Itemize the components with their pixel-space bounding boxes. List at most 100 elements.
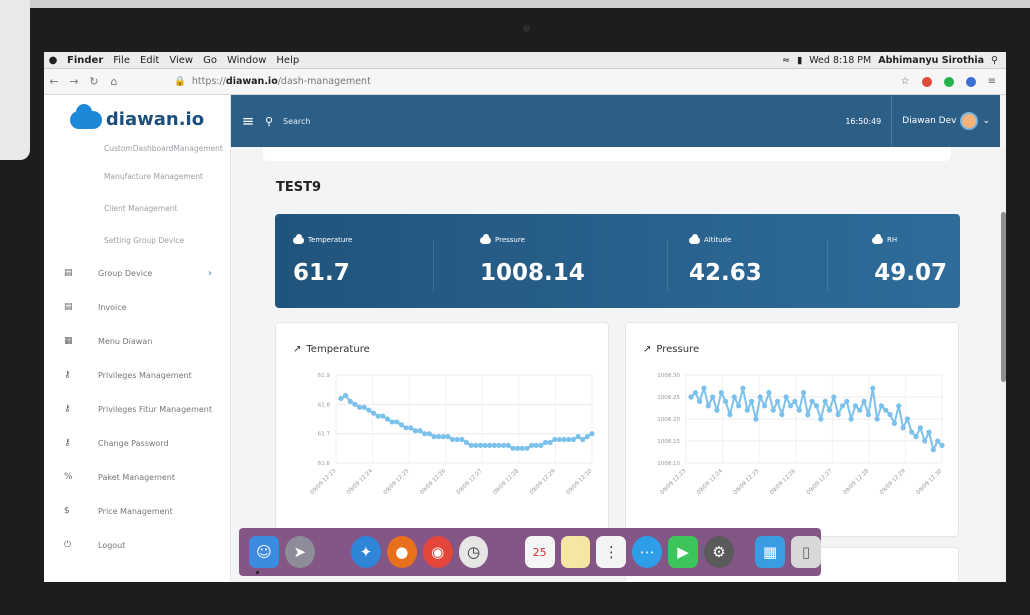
data-point [389,419,395,425]
back-icon[interactable]: ← [44,75,64,88]
scrollbar-thumb[interactable] [1001,212,1006,382]
clock-icon[interactable]: ◷ [458,536,489,568]
y-tick-label: 1008.25 [657,395,680,401]
sidebar-item-logout[interactable]: ⏻ Logout [44,528,230,562]
menu-icon: ▦ [64,336,73,346]
data-point [705,403,711,409]
search-icon[interactable]: ⚲ [265,115,283,128]
data-point [731,394,737,400]
data-point [831,394,837,400]
firefox-icon[interactable]: ● [386,536,417,568]
extension-icon[interactable] [943,76,954,87]
search-icon[interactable]: ⚲ [991,55,998,66]
notes-icon[interactable] [560,536,591,568]
facetime-icon[interactable]: ▶ [668,536,698,568]
chrome-icon[interactable]: ◉ [422,536,453,568]
data-point [496,442,502,448]
url-text: https://diawan.io/dash-management [191,76,371,87]
data-point [542,439,549,446]
menu-finder[interactable]: Finder [62,55,108,66]
sidebar-subitem[interactable]: Setting Group Device [44,224,230,256]
data-point [818,416,824,422]
x-tick-label: 09/09 12:23 [660,468,688,496]
menu-window[interactable]: Window [222,55,271,66]
hamburger-icon[interactable]: ≡ [231,112,265,130]
menu-help[interactable]: Help [271,55,304,66]
reminders-icon[interactable]: ⋮ [596,536,627,568]
messages-icon[interactable]: ⋯ [632,536,663,568]
sidebar-item-paket[interactable]: % Paket Management [44,460,230,494]
data-point [408,425,414,431]
sidebar-item-privileges-fitur[interactable]: ⚷ Privileges Fitur Management [44,392,230,426]
mac-menubar: ● Finder File Edit View Go Window Help ≈… [44,52,1006,69]
sidebar-subitem[interactable]: CustomDashboardManagement [44,144,230,160]
bookmark-icon[interactable]: ☆ [901,76,910,87]
data-point [861,398,867,404]
safari-icon[interactable]: ✦ [350,536,381,568]
sidebar-item-menu-diawan[interactable]: ▦ Menu Diawan [44,324,230,358]
data-point [431,434,437,440]
wifi-icon[interactable]: ≈ [782,55,790,66]
reload-icon[interactable]: ↻ [84,75,104,88]
data-point [449,436,456,443]
camera-icon [523,25,530,32]
finder-icon[interactable]: ☺ [249,536,279,568]
home-icon[interactable]: ⌂ [104,75,124,88]
data-point [896,403,902,409]
extension-icon[interactable] [965,76,976,87]
folder-icon[interactable]: ▦ [755,536,786,568]
data-point [870,385,876,391]
extension-icon[interactable] [921,76,932,87]
user-menu[interactable]: Diawan Dev ⌄ [892,112,1000,130]
stat-divider [433,240,434,292]
data-point [394,419,400,425]
launchpad-icon[interactable]: ➤ [284,536,315,568]
sidebar-item-change-password[interactable]: ⚷ Change Password [44,426,230,460]
menu-file[interactable]: File [108,55,135,66]
x-tick-label: 09/09 12:30 [916,468,944,496]
data-point [561,436,567,443]
data-point [887,412,893,418]
data-point [748,398,755,404]
logo[interactable]: diawan.io [44,95,230,144]
data-point [930,447,936,453]
sidebar: diawan.io CustomDashboardManagement Manu… [44,95,231,582]
sidebar-subitem[interactable]: Manufacture Management [44,160,230,192]
calendar-icon[interactable]: 25 [524,536,555,568]
data-point [805,412,811,418]
sidebar-item-price[interactable]: $ Price Management [44,494,230,528]
battery-icon[interactable]: ▮ [797,55,802,66]
trash-icon[interactable]: ▯ [791,536,821,568]
sidebar-item-privileges[interactable]: ⚷ Privileges Management [44,358,230,392]
bezel-top [30,0,1030,8]
data-point [575,434,581,440]
data-point [515,445,521,451]
menu-icon[interactable]: ≡ [988,76,996,87]
data-point [524,445,530,451]
data-point [766,390,772,396]
system-preferences-icon[interactable]: ⚙ [703,536,734,568]
sidebar-item-group-device[interactable]: ▤ Group Device › [44,256,230,290]
data-point [459,436,465,443]
url-bar[interactable]: 🔒 https://diawan.io/dash-management [174,76,624,87]
menu-go[interactable]: Go [198,55,222,66]
data-point [904,416,910,422]
menubar-user[interactable]: Abhimanyu Sirothia [878,55,984,66]
data-point [826,407,833,413]
y-tick-label: 61.6 [318,461,331,467]
y-tick-label: 61.7 [318,432,331,438]
menubar-clock[interactable]: Wed 8:18 PM [809,55,871,66]
data-point [417,428,423,434]
sidebar-subitem[interactable]: Client Management [44,192,230,224]
menu-view[interactable]: View [164,55,198,66]
search-input[interactable]: Search [283,117,310,126]
forward-icon[interactable]: → [64,75,84,88]
data-point [487,442,493,448]
data-point [505,442,511,448]
sidebar-item-invoice[interactable]: ▤ Invoice [44,290,230,324]
lock-icon: 🔒 [174,76,186,87]
data-point [398,422,405,428]
menu-edit[interactable]: Edit [135,55,164,66]
data-point [338,395,344,402]
apple-icon[interactable]: ● [44,55,62,66]
